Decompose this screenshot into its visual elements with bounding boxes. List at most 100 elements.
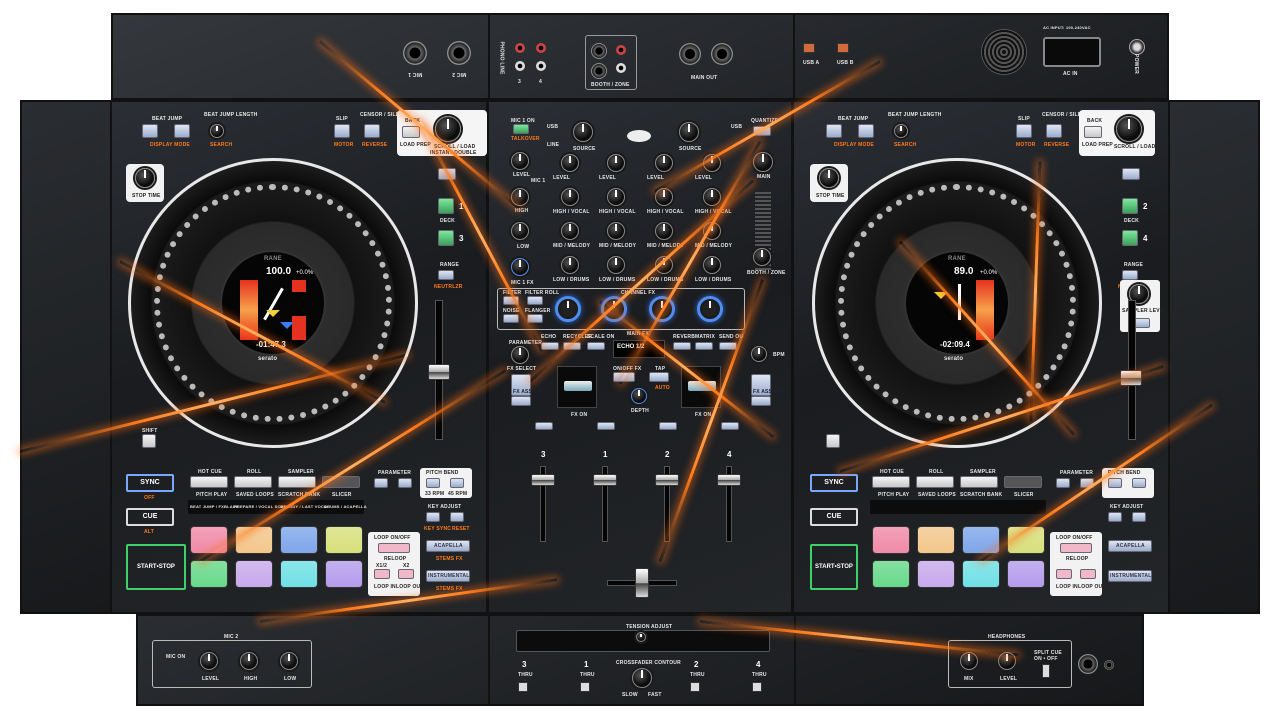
cue-button-ch2[interactable] bbox=[659, 422, 677, 430]
right-pad-1[interactable] bbox=[872, 526, 910, 554]
pitch-bend-minus-button[interactable] bbox=[426, 478, 440, 488]
right-pad-3[interactable] bbox=[962, 526, 1000, 554]
eq-knob-2-low-drums[interactable] bbox=[607, 256, 625, 274]
usb-b-port[interactable] bbox=[837, 43, 849, 53]
split-cue-switch[interactable] bbox=[1042, 664, 1050, 678]
hp-level-knob[interactable] bbox=[998, 652, 1016, 670]
fx-assign-3-button[interactable] bbox=[511, 396, 531, 406]
r-beat-jump-forward-button[interactable] bbox=[858, 124, 874, 138]
r-back-button[interactable] bbox=[1084, 126, 1102, 138]
left-pad-7[interactable] bbox=[280, 560, 318, 588]
fx-scale-on-button[interactable] bbox=[587, 342, 605, 350]
eq-knob-2-level[interactable] bbox=[607, 154, 625, 172]
right-pad-5[interactable] bbox=[872, 560, 910, 588]
cue-button[interactable]: CUE bbox=[126, 508, 174, 526]
booth-level-knob[interactable] bbox=[753, 248, 771, 266]
eq-knob-1-high-vocal[interactable] bbox=[561, 188, 579, 206]
slicer-button[interactable] bbox=[322, 476, 360, 488]
mic2-high-knob[interactable] bbox=[240, 652, 258, 670]
eq-knob-2-high-vocal[interactable] bbox=[607, 188, 625, 206]
left-pad-2[interactable] bbox=[235, 526, 273, 554]
on-off-fx-button[interactable] bbox=[613, 372, 635, 382]
mic-level-knob[interactable] bbox=[511, 152, 529, 170]
eq-knob-3-level[interactable] bbox=[655, 154, 673, 172]
r-sync-button[interactable]: SYNC bbox=[810, 474, 858, 492]
r-key-minus-button[interactable] bbox=[1108, 512, 1122, 522]
r-pitch-bend-plus-button[interactable] bbox=[1132, 478, 1146, 488]
booth-jack-left[interactable] bbox=[591, 43, 607, 59]
right-pad-8[interactable] bbox=[1007, 560, 1045, 588]
r-deck-b-button[interactable] bbox=[1122, 230, 1138, 246]
shift-button[interactable] bbox=[142, 434, 156, 448]
depth-knob[interactable] bbox=[631, 388, 647, 404]
start-stop-button[interactable]: START•STOP bbox=[126, 544, 186, 590]
filter-roll-button[interactable] bbox=[527, 296, 543, 305]
beat-jump-back-button[interactable] bbox=[142, 124, 158, 138]
eq-knob-4-mid-melody[interactable] bbox=[703, 222, 721, 240]
curve-switch-3[interactable] bbox=[518, 682, 528, 692]
right-pad-4[interactable] bbox=[1007, 526, 1045, 554]
fx-paddle-right[interactable] bbox=[681, 366, 721, 408]
quantize-button[interactable] bbox=[753, 126, 771, 136]
sampler-button[interactable] bbox=[278, 476, 316, 488]
filter-button[interactable] bbox=[503, 296, 519, 305]
booth-jack-right[interactable] bbox=[591, 63, 607, 79]
fx-recycler-button[interactable] bbox=[563, 342, 581, 350]
headphone-jack[interactable] bbox=[1078, 654, 1098, 674]
fx-send-ou-button[interactable] bbox=[719, 342, 737, 350]
pitch-bend-plus-button[interactable] bbox=[450, 478, 464, 488]
hot-cue-button[interactable] bbox=[190, 476, 228, 488]
main-out-left-jack[interactable] bbox=[679, 43, 701, 65]
cue-button-ch1[interactable] bbox=[597, 422, 615, 430]
right-pitch-fader[interactable] bbox=[1120, 370, 1142, 386]
tap-button[interactable] bbox=[649, 372, 669, 382]
r-slicer-button[interactable] bbox=[1004, 476, 1042, 488]
r-loop-half-button[interactable] bbox=[1056, 569, 1072, 579]
eq-knob-3-mid-melody[interactable] bbox=[655, 222, 673, 240]
main-level-knob[interactable] bbox=[753, 152, 773, 172]
r-censor-button[interactable] bbox=[1046, 124, 1062, 138]
flanger-button[interactable] bbox=[527, 314, 543, 323]
r-beat-jump-back-button[interactable] bbox=[826, 124, 842, 138]
eq-knob-4-low-drums[interactable] bbox=[703, 256, 721, 274]
booth-rca-jack[interactable] bbox=[616, 45, 626, 55]
main-out-right-jack[interactable] bbox=[711, 43, 733, 65]
left-pad-8[interactable] bbox=[325, 560, 363, 588]
channel-fx-knob-2[interactable] bbox=[649, 296, 675, 322]
r-deck-top-button[interactable] bbox=[1122, 168, 1140, 180]
slip-button[interactable] bbox=[334, 124, 350, 138]
r-shift-button[interactable] bbox=[826, 434, 840, 448]
r-parameter-left-button[interactable] bbox=[1056, 478, 1070, 488]
eq-knob-3-low-drums[interactable] bbox=[655, 256, 673, 274]
channel-fader-4[interactable] bbox=[717, 474, 741, 486]
xlr-mic2-jack[interactable] bbox=[447, 41, 471, 65]
headphone-mini-jack[interactable] bbox=[1104, 660, 1114, 670]
right-pad-7[interactable] bbox=[962, 560, 1000, 588]
mic-low-knob[interactable] bbox=[511, 222, 529, 240]
loop-half-button[interactable] bbox=[374, 569, 390, 579]
mic-on-button[interactable] bbox=[513, 124, 529, 134]
fx-parameter-knob[interactable] bbox=[511, 346, 529, 364]
rca-4l-jack[interactable] bbox=[536, 43, 546, 53]
deck-a-button[interactable] bbox=[438, 198, 454, 214]
fx-echo-button[interactable] bbox=[541, 342, 559, 350]
beat-jump-length-knob[interactable] bbox=[210, 124, 224, 138]
source-right-knob[interactable] bbox=[679, 122, 699, 142]
left-pitch-fader[interactable] bbox=[428, 364, 450, 380]
left-pad-3[interactable] bbox=[280, 526, 318, 554]
r-start-stop-button[interactable]: START•STOP bbox=[810, 544, 858, 590]
deck-b-button[interactable] bbox=[438, 230, 454, 246]
parameter-left-button[interactable] bbox=[374, 478, 388, 488]
usb-a-port[interactable] bbox=[803, 43, 815, 53]
r-cue-button[interactable]: CUE bbox=[810, 508, 858, 526]
r-roll-button[interactable] bbox=[916, 476, 954, 488]
channel-fader-3[interactable] bbox=[531, 474, 555, 486]
r-key-plus-button[interactable] bbox=[1132, 512, 1146, 522]
ac-socket[interactable] bbox=[1043, 37, 1101, 67]
channel-fx-knob-4[interactable] bbox=[697, 296, 723, 322]
r-loop-double-button[interactable] bbox=[1080, 569, 1096, 579]
key-minus-button[interactable] bbox=[426, 512, 440, 522]
left-pad-5[interactable] bbox=[190, 560, 228, 588]
mic-high-knob[interactable] bbox=[511, 188, 529, 206]
eq-knob-2-mid-melody[interactable] bbox=[607, 222, 625, 240]
